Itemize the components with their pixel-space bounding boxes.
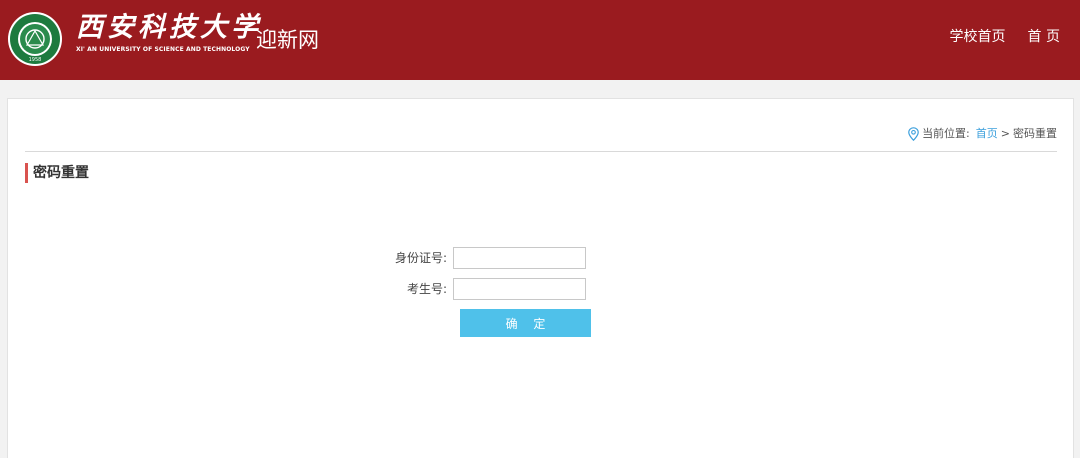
site-header: 1958 西安科技大学 XI' AN UNIVERSITY OF SCIENCE… (0, 0, 1080, 80)
exam-number-row: 考生号: (348, 278, 586, 300)
university-wordmark: 西安科技大学 XI' AN UNIVERSITY OF SCIENCE AND … (76, 12, 262, 54)
breadcrumb: 当前位置: 首页 > 密码重置 (908, 126, 1057, 142)
breadcrumb-home-link[interactable]: 首页 (976, 126, 998, 142)
university-seal-logo: 1958 (8, 12, 62, 66)
exam-number-label: 考生号: (406, 282, 447, 296)
confirm-button[interactable]: 确 定 (460, 309, 591, 337)
nav-school-home-link[interactable]: 学校首页 (950, 28, 1006, 46)
content-panel: 当前位置: 首页 > 密码重置 密码重置 身份证号: 考生号: 确 定 (7, 98, 1074, 458)
id-number-row: 身份证号: (348, 247, 586, 269)
nav-home-link[interactable]: 首 页 (1028, 28, 1060, 46)
university-name-cn: 西安科技大学 (76, 12, 262, 43)
breadcrumb-prefix: 当前位置: (922, 127, 970, 140)
university-name-en: XI' AN UNIVERSITY OF SCIENCE AND TECHNOL… (76, 46, 250, 53)
seal-year: 1958 (29, 57, 42, 63)
section-title: 密码重置 (25, 163, 89, 183)
top-nav: 学校首页 首 页 (950, 28, 1060, 46)
id-number-input[interactable] (453, 247, 586, 269)
site-name: 迎新网 (256, 28, 319, 52)
location-pin-icon (908, 127, 919, 141)
header-divider (25, 151, 1057, 152)
exam-number-input[interactable] (453, 278, 586, 300)
breadcrumb-separator: > (1000, 127, 1010, 140)
breadcrumb-current: 密码重置 (1013, 127, 1057, 140)
id-number-label: 身份证号: (394, 251, 447, 265)
